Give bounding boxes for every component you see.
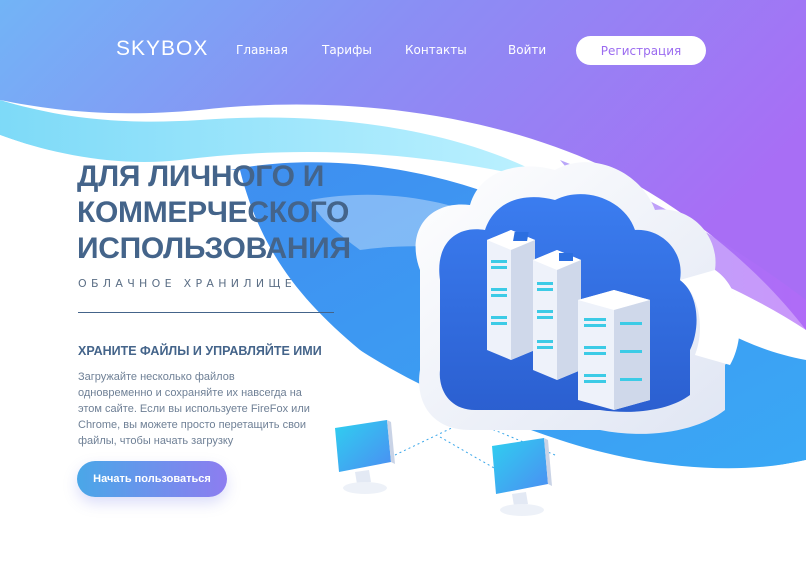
nav-link-contacts[interactable]: Контакты <box>405 43 467 57</box>
description-line: файлы, чтобы начать загрузку <box>78 435 234 447</box>
start-button[interactable]: Начать пользоваться <box>77 461 227 497</box>
divider <box>78 312 334 313</box>
nav-link-login[interactable]: Войти <box>508 43 546 57</box>
section-heading: ХРАНИТЕ ФАЙЛЫ И УПРАВЛЯЙТЕ ИМИ <box>78 344 322 358</box>
hero-subtitle: ОБЛАЧНОЕ ХРАНИЛИЩЕ <box>78 277 296 290</box>
nav-link-home[interactable]: Главная <box>236 43 288 57</box>
hero-title-line: ИСПОЛЬЗОВАНИЯ <box>77 232 351 265</box>
logo[interactable]: SKYBOX <box>116 37 208 61</box>
description-line: Загружайте несколько файлов <box>78 371 235 383</box>
description-line: Chrome, вы можете просто перетащить свои <box>78 419 307 431</box>
nav-link-pricing[interactable]: Тарифы <box>322 43 372 57</box>
hero-title: ДЛЯ ЛИЧНОГО И КОММЕРЧЕСКОГО ИСПОЛЬЗОВАНИ… <box>77 159 397 267</box>
hero-description: Загружайте несколько файлов одновременно… <box>78 369 343 449</box>
hero-title-line: ДЛЯ ЛИЧНОГО И <box>77 160 324 193</box>
hero-title-line: КОММЕРЧЕСКОГО <box>77 196 350 229</box>
description-line: одновременно и сохраняйте их навсегда на <box>78 387 302 399</box>
register-button[interactable]: Регистрация <box>576 36 706 65</box>
description-line: этом сайте. Если вы используете FireFox … <box>78 403 310 415</box>
